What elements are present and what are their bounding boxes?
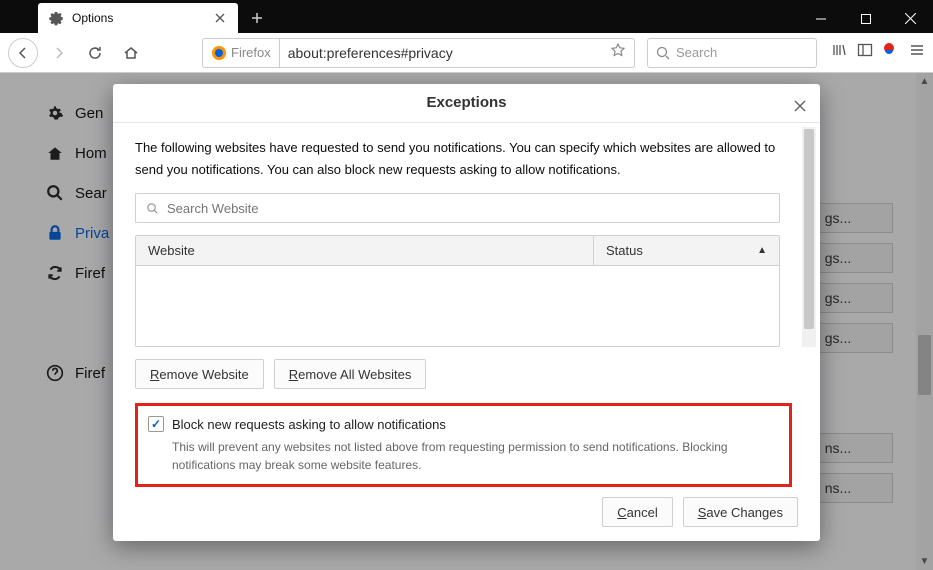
cancel-button[interactable]: Cancel [602, 497, 672, 527]
close-icon[interactable] [212, 10, 228, 26]
menu-icon[interactable] [909, 42, 925, 63]
gear-icon [48, 10, 64, 26]
block-requests-description: This will prevent any websites not liste… [172, 438, 775, 474]
window-controls [798, 4, 933, 33]
sort-asc-icon: ▲ [757, 245, 767, 256]
search-placeholder: Search [676, 45, 717, 60]
sidebar-icon[interactable] [857, 42, 873, 63]
titlebar: Options [0, 0, 933, 33]
remove-website-button[interactable]: Remove Website [135, 359, 264, 389]
reload-button[interactable] [80, 38, 110, 68]
block-requests-checkbox[interactable]: ✓ [148, 416, 164, 432]
exceptions-dialog: Exceptions The following websites have r… [113, 84, 820, 541]
dialog-body: The following websites have requested to… [113, 123, 820, 487]
search-website-field[interactable] [167, 201, 769, 216]
search-icon [146, 202, 159, 215]
content-area: Gen Hom Sear Priva Firef Firef gs... gs.… [0, 73, 933, 570]
home-button[interactable] [116, 38, 146, 68]
identity-box[interactable]: Firefox [202, 38, 279, 68]
back-button[interactable] [8, 38, 38, 68]
navbar: Firefox about:preferences#privacy Search [0, 33, 933, 73]
bookmark-star-icon[interactable] [610, 42, 626, 63]
table-header: Website Status▲ [136, 236, 779, 266]
search-icon [656, 46, 670, 60]
scrollbar-thumb[interactable] [804, 129, 814, 329]
table-actions: Remove Website Remove All Websites [135, 359, 798, 389]
websites-table: Website Status▲ [135, 235, 780, 347]
dialog-header: Exceptions [113, 84, 820, 123]
remove-all-websites-button[interactable]: Remove All Websites [274, 359, 427, 389]
search-website-input[interactable] [135, 193, 780, 223]
url-text: about:preferences#privacy [288, 45, 610, 61]
maximize-button[interactable] [843, 4, 888, 33]
identity-label: Firefox [231, 45, 271, 60]
dialog-description: The following websites have requested to… [135, 137, 780, 181]
save-changes-button[interactable]: Save Changes [683, 497, 798, 527]
block-requests-label: Block new requests asking to allow notif… [172, 417, 446, 432]
firefox-icon [211, 45, 227, 61]
close-button[interactable] [888, 4, 933, 33]
forward-button [44, 38, 74, 68]
column-website[interactable]: Website [136, 236, 594, 265]
tab-options[interactable]: Options [38, 3, 238, 33]
close-icon[interactable] [790, 96, 810, 116]
block-requests-section: ✓ Block new requests asking to allow not… [135, 403, 792, 487]
urlbar[interactable]: about:preferences#privacy [279, 38, 635, 68]
minimize-button[interactable] [798, 4, 843, 33]
dialog-title: Exceptions [426, 94, 506, 111]
dialog-footer: Cancel Save Changes [113, 487, 820, 541]
tab-title: Options [72, 11, 212, 25]
searchbox[interactable]: Search [647, 38, 817, 68]
column-status[interactable]: Status▲ [594, 236, 779, 265]
dialog-scrollbar[interactable] [802, 127, 816, 347]
extension-icon[interactable] [883, 42, 899, 63]
tabs-area: Options [0, 0, 272, 33]
library-icon[interactable] [831, 42, 847, 63]
new-tab-button[interactable] [242, 3, 272, 33]
